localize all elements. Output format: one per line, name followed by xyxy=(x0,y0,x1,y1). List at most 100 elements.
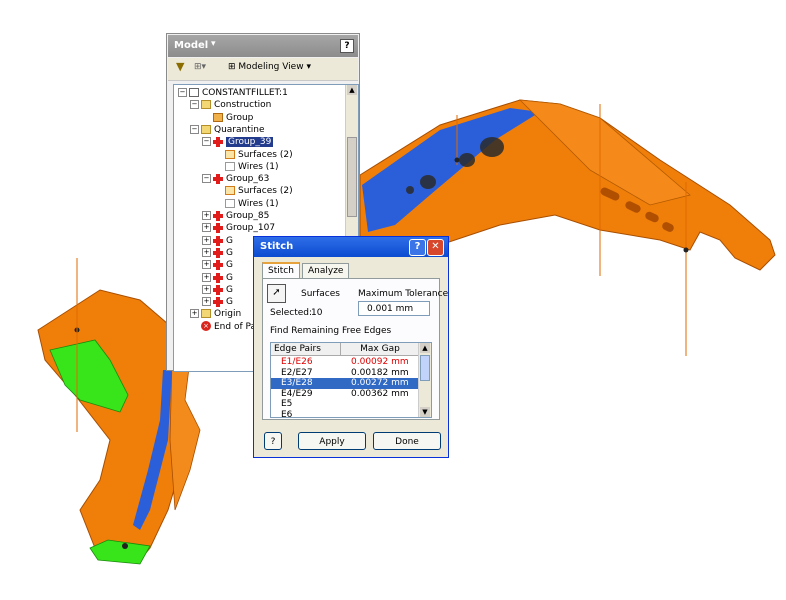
expand-icon[interactable]: + xyxy=(190,309,199,319)
expand-icon[interactable]: + xyxy=(202,235,211,245)
scroll-up-icon[interactable]: ▲ xyxy=(347,85,357,95)
tree-item-label: Surfaces (2) xyxy=(238,186,293,197)
column-header-max-gap[interactable]: Max Gap xyxy=(341,343,420,355)
tab-analyze[interactable]: Analyze xyxy=(302,263,350,279)
collapse-icon[interactable]: − xyxy=(202,174,211,184)
tree-item[interactable]: + G xyxy=(202,235,233,247)
chevron-down-icon[interactable]: ▾ xyxy=(211,39,216,49)
collapse-icon[interactable]: − xyxy=(178,88,187,97)
tree-item[interactable]: − Group_63 xyxy=(202,173,269,185)
expand-icon[interactable]: + xyxy=(202,247,211,257)
tree-item-label: CONSTANTFILLET:1 xyxy=(202,88,288,98)
hole xyxy=(480,137,504,157)
collapse-icon[interactable]: − xyxy=(202,137,211,147)
cross-icon xyxy=(213,137,223,148)
scroll-up-icon[interactable]: ▲ xyxy=(420,343,430,353)
list-item[interactable]: E1/E26 0.00092 mm xyxy=(271,357,420,368)
list-item[interactable]: E6 xyxy=(271,410,420,418)
stitch-dialog: Stitch ? ✕ Stitch Analyze ➚ Surfaces Max… xyxy=(253,236,449,458)
tolerance-label: Maximum Tolerance xyxy=(358,289,449,299)
column-header-edge-pairs[interactable]: Edge Pairs xyxy=(271,343,341,355)
tree-item[interactable]: × End of Pa xyxy=(190,321,256,333)
collapse-icon[interactable]: − xyxy=(190,124,199,134)
select-surfaces-button[interactable]: ➚ xyxy=(267,284,286,303)
expand-icon[interactable]: + xyxy=(202,284,211,294)
tree-item-label: G xyxy=(226,284,233,295)
view-icon: ⊞ xyxy=(228,62,236,72)
cross-icon xyxy=(213,223,223,234)
collapse-icon[interactable]: − xyxy=(190,100,199,110)
done-button[interactable]: Done xyxy=(373,432,441,450)
list-scrollbar[interactable]: ▲ ▼ xyxy=(418,343,431,417)
modeling-view-label: Modeling View xyxy=(238,62,304,72)
expand-icon[interactable]: + xyxy=(202,272,211,282)
edge-pair-cell: E4/E29 xyxy=(281,388,313,399)
model-panel-titlebar[interactable]: Model ▾ ? xyxy=(168,35,358,57)
tree-item[interactable]: Surfaces (2) xyxy=(214,149,293,161)
tree-item-label: Surfaces (2) xyxy=(238,149,293,160)
tree-item[interactable]: + G xyxy=(202,296,233,308)
group-icon xyxy=(213,112,223,122)
edge-pair-cell: E2/E27 xyxy=(281,367,313,378)
list-item[interactable]: E2/E27 0.00182 mm xyxy=(271,368,420,379)
tree-item[interactable]: Surfaces (2) xyxy=(214,185,293,197)
tree-item-label: Wires (1) xyxy=(238,198,279,209)
tree-item[interactable]: + Group_85 xyxy=(202,210,269,222)
tree-item[interactable]: + G xyxy=(202,272,233,284)
surface-icon xyxy=(225,149,235,159)
tree-item[interactable]: + G xyxy=(202,259,233,271)
tree-item[interactable]: Wires (1) xyxy=(214,198,279,210)
scroll-thumb[interactable] xyxy=(347,137,357,217)
model-toolbar: ▼ ⊞▾ ⊞ Modeling View ▾ xyxy=(168,58,358,81)
cross-icon xyxy=(213,297,223,308)
help-icon[interactable]: ? xyxy=(340,39,354,53)
tree-item[interactable]: − Group_39 xyxy=(202,136,275,149)
list-item[interactable]: E3/E28 0.00272 mm xyxy=(271,378,420,389)
expand-icon[interactable]: + xyxy=(202,297,211,307)
funnel-icon[interactable]: ▼ xyxy=(176,60,184,73)
max-gap-cell: 0.00362 mm xyxy=(351,388,409,399)
tree-item[interactable]: + Origin xyxy=(190,308,241,320)
tree-options-icon[interactable]: ⊞▾ xyxy=(194,62,206,72)
cross-icon xyxy=(213,211,223,221)
list-item[interactable]: E5 xyxy=(271,399,420,410)
tree-item[interactable]: − Quarantine xyxy=(190,124,265,136)
surfaces-label: Surfaces xyxy=(301,289,340,299)
scroll-thumb[interactable] xyxy=(420,355,430,381)
edge-pair-cell: E3/E28 xyxy=(281,378,313,388)
cross-icon xyxy=(213,174,223,185)
stitch-titlebar[interactable]: Stitch ? ✕ xyxy=(254,237,448,257)
expand-icon[interactable]: + xyxy=(202,211,211,220)
tree-item[interactable]: Wires (1) xyxy=(214,161,279,173)
wire-icon xyxy=(225,198,235,208)
hole xyxy=(406,186,414,194)
tree-item[interactable]: − CONSTANTFILLET:1 xyxy=(178,87,288,99)
tree-item-label: Wires (1) xyxy=(238,161,279,172)
tree-item[interactable]: + Group_107 xyxy=(202,222,275,234)
tree-item[interactable]: + G xyxy=(202,247,233,259)
expand-icon[interactable]: + xyxy=(202,260,211,270)
edge-pairs-list[interactable]: Edge Pairs Max Gap E1/E26 0.00092 mm E2/E2… xyxy=(270,342,432,418)
apply-button[interactable]: Apply xyxy=(298,432,366,450)
tree-item[interactable]: − Construction xyxy=(190,99,271,111)
list-item[interactable]: E4/E29 0.00362 mm xyxy=(271,389,420,400)
expand-icon[interactable]: + xyxy=(202,223,211,233)
tree-item-label: G xyxy=(226,260,233,271)
tree-item-label: G xyxy=(226,235,233,246)
max-gap-cell: 0.00182 mm xyxy=(351,367,409,378)
surface-icon xyxy=(225,186,235,196)
cross-icon xyxy=(213,260,223,271)
part-icon xyxy=(189,88,199,97)
modeling-view-dropdown[interactable]: ⊞ Modeling View ▾ xyxy=(228,62,311,72)
tree-item-label: Construction xyxy=(214,100,272,111)
help-button[interactable]: ? xyxy=(409,239,426,256)
tree-item[interactable]: Group xyxy=(202,112,253,124)
end-icon: × xyxy=(201,321,211,332)
scroll-down-icon[interactable]: ▼ xyxy=(420,407,430,417)
tree-item[interactable]: + G xyxy=(202,284,233,296)
help-button[interactable]: ? xyxy=(264,432,282,450)
cross-icon xyxy=(213,272,223,283)
close-button[interactable]: ✕ xyxy=(427,239,444,256)
tolerance-input[interactable]: 0.001 mm xyxy=(358,301,430,316)
stitch-dialog-title: Stitch xyxy=(260,241,294,252)
